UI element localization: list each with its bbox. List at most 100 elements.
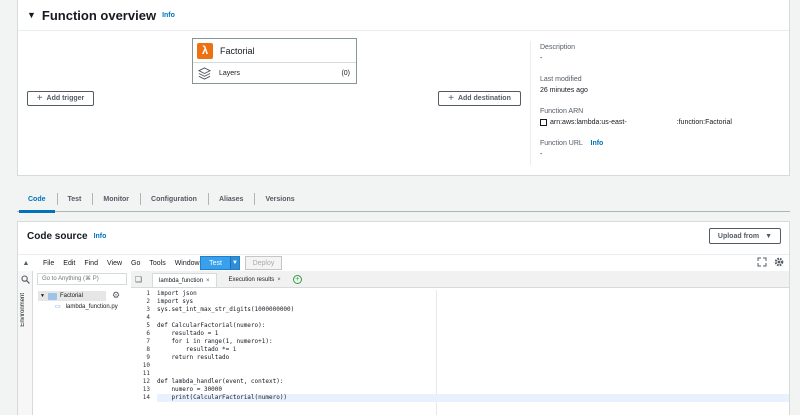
editor-tab-execution-results[interactable]: Execution results × xyxy=(223,273,287,287)
function-arn-label: Function ARN xyxy=(540,108,584,115)
line-number: 1 xyxy=(146,290,150,297)
code-line: import sys xyxy=(157,298,194,305)
tab-code[interactable]: Code xyxy=(17,186,57,213)
line-number: 13 xyxy=(142,386,150,393)
deploy-button[interactable]: Deploy xyxy=(245,256,282,270)
tab-aliases[interactable]: Aliases xyxy=(207,186,255,212)
test-button[interactable]: Test ▼ xyxy=(200,256,240,270)
ide-toolbar: ▲ File Edit Find View Go Tools Window Te… xyxy=(18,254,789,271)
last-modified-label: Last modified xyxy=(540,76,582,83)
line-number: 3 xyxy=(146,306,150,313)
line-number: 10 xyxy=(142,362,150,369)
tab-test[interactable]: Test xyxy=(56,186,93,212)
function-overview-info-link[interactable]: Info xyxy=(162,12,175,19)
folder-caret-icon[interactable]: ▼ xyxy=(40,293,45,299)
add-destination-button[interactable]: + Add destination xyxy=(438,91,521,106)
editor-tab-label: lambda_function xyxy=(159,277,204,284)
close-icon[interactable]: × xyxy=(277,277,281,283)
function-url-value: - xyxy=(540,151,543,158)
line-number: 9 xyxy=(146,354,150,361)
ide-body: Environment ▼ Factorial ⚙ ▭ lambda_funct… xyxy=(18,271,789,415)
arn-suffix: :function:Factorial xyxy=(676,119,732,126)
upload-from-label: Upload from xyxy=(717,232,760,240)
go-to-anything-input[interactable] xyxy=(37,273,127,285)
menu-tools[interactable]: Tools xyxy=(149,260,165,267)
menu-view[interactable]: View xyxy=(107,260,122,267)
python-file-icon: ▭ xyxy=(55,304,61,310)
fullscreen-icon[interactable] xyxy=(757,257,767,267)
line-number: 12 xyxy=(142,378,150,385)
toolbar-right xyxy=(757,256,785,268)
function-name: Factorial xyxy=(220,45,255,56)
add-trigger-label: Add trigger xyxy=(46,95,85,102)
editor-tab-label: Execution results xyxy=(228,277,275,283)
settings-gear-icon[interactable] xyxy=(773,256,785,268)
function-url-label-text: Function URL xyxy=(540,140,583,147)
line-number: 2 xyxy=(146,298,150,305)
add-trigger-button[interactable]: + Add trigger xyxy=(27,91,94,106)
copy-icon[interactable] xyxy=(540,119,547,126)
editor-tabs: ❏ lambda_function × Execution results × … xyxy=(131,271,789,288)
code-editor[interactable]: import json import sys sys.set_int_max_str… xyxy=(157,290,789,415)
editor-tab-lambda-function[interactable]: lambda_function × xyxy=(152,273,217,287)
folder-name: Factorial xyxy=(59,293,83,299)
toolbar-collapse-icon[interactable]: ▲ xyxy=(18,260,34,267)
search-icon[interactable] xyxy=(21,275,30,284)
tab-configuration[interactable]: Configuration xyxy=(140,186,208,212)
test-button-label: Test xyxy=(209,259,222,267)
plus-icon: + xyxy=(448,93,454,104)
environment-tab[interactable]: Environment xyxy=(20,293,26,327)
environment-rail: Environment xyxy=(18,271,33,415)
lambda-icon: λ xyxy=(197,42,213,59)
code-source-info-link[interactable]: Info xyxy=(94,233,107,240)
function-node[interactable]: λ Factorial xyxy=(193,39,356,63)
menu-edit[interactable]: Edit xyxy=(63,260,75,267)
function-url-label: Function URL Info xyxy=(540,140,603,147)
function-tabs: Code Test Monitor Configuration Aliases … xyxy=(17,186,790,213)
line-number: 5 xyxy=(146,322,150,329)
menu-window[interactable]: Window xyxy=(175,260,200,267)
description-label: Description xyxy=(540,44,576,51)
menu-file[interactable]: File xyxy=(43,260,54,267)
file-name: lambda_function.py xyxy=(65,303,118,310)
function-arn-value: arn:aws:lambda:us-east- :function:Factor… xyxy=(540,119,785,126)
menu-go[interactable]: Go xyxy=(131,260,140,267)
line-number: 4 xyxy=(146,314,150,321)
add-tab-icon[interactable]: + xyxy=(292,275,302,284)
tree-settings-gear-icon[interactable]: ⚙ xyxy=(112,290,120,301)
editor-tab-menu-icon[interactable]: ❏ xyxy=(131,271,146,287)
code-source-title: Code source xyxy=(27,231,88,242)
tree-file-lambda-function[interactable]: ▭ lambda_function.py xyxy=(55,303,118,311)
close-icon[interactable]: × xyxy=(206,278,210,284)
test-dropdown-icon[interactable]: ▼ xyxy=(230,257,239,269)
function-diagram-box: λ Factorial Layers (0) xyxy=(192,38,357,84)
code-line: def CalcularFactorial(numero): xyxy=(157,322,266,329)
line-number: 11 xyxy=(142,370,150,377)
last-modified-value: 26 minutes ago xyxy=(540,87,588,94)
layers-node[interactable]: Layers (0) xyxy=(193,63,356,83)
function-overview-header[interactable]: ▼ Function overview Info xyxy=(18,0,789,30)
layers-count: (0) xyxy=(341,69,350,77)
code-line: sys.set_int_max_str_digits(1000000000) xyxy=(157,306,295,313)
tab-monitor[interactable]: Monitor xyxy=(92,186,140,212)
function-url-info-link[interactable]: Info xyxy=(591,140,604,147)
tab-versions[interactable]: Versions xyxy=(254,186,305,212)
collapse-caret-icon[interactable]: ▼ xyxy=(27,10,36,20)
code-line: def lambda_handler(event, context): xyxy=(157,378,284,385)
upload-from-button[interactable]: Upload from ▼ xyxy=(709,228,781,244)
menu-find[interactable]: Find xyxy=(84,260,98,267)
line-number: 7 xyxy=(146,338,150,345)
description-value: - xyxy=(540,55,543,62)
code-line: resultado = 1 xyxy=(157,330,219,337)
line-number: 6 xyxy=(146,330,150,337)
caret-down-icon: ▼ xyxy=(765,232,773,240)
file-tree: ▼ Factorial ⚙ ▭ lambda_function.py xyxy=(33,271,131,415)
code-line: for i in range(1, numero+1): xyxy=(157,338,273,345)
tree-folder-factorial[interactable]: ▼ Factorial xyxy=(38,291,106,301)
code-line: resultado *= i xyxy=(157,346,237,353)
code-line: numero = 30000 xyxy=(157,386,223,393)
code-line: import json xyxy=(157,290,197,297)
code-source-panel: Code source Info Upload from ▼ ▲ File Ed… xyxy=(17,221,790,415)
